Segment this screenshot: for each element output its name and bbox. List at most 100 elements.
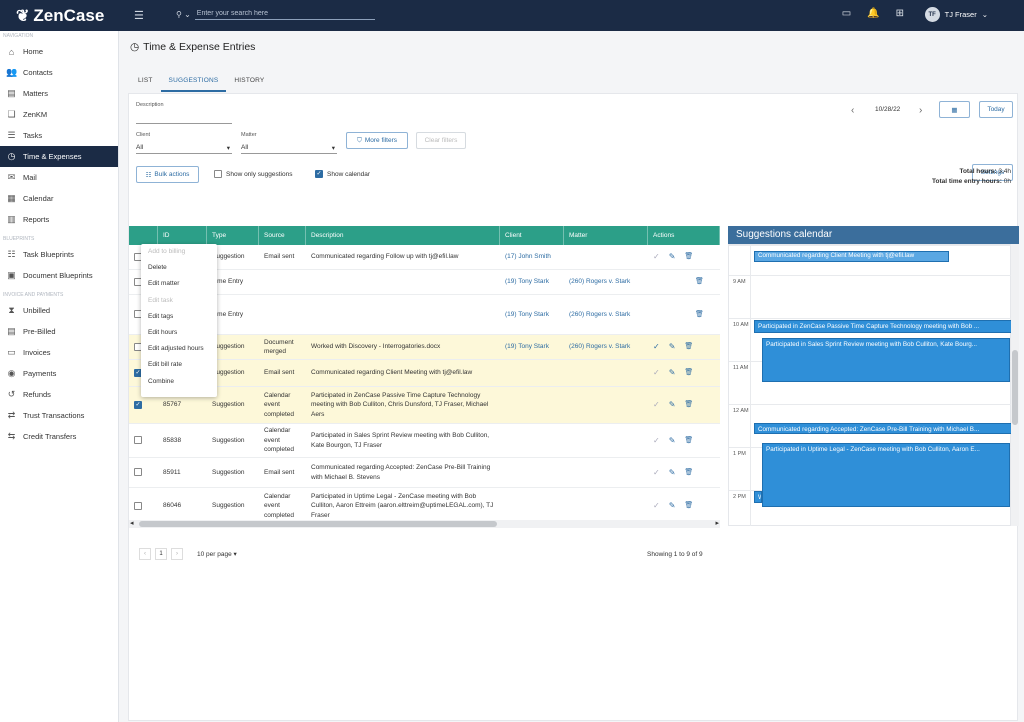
tab-suggestions[interactable]: SUGGESTIONS [160, 75, 227, 92]
table-row[interactable]: Suggestion Document merged Worked with Dis… [129, 335, 720, 360]
entry-matter[interactable]: (260) Rogers v. Stark [564, 342, 648, 352]
bulk-actions-button[interactable]: ☷ Bulk actions [136, 166, 199, 183]
next-date-icon[interactable]: › [919, 105, 922, 116]
table-row[interactable]: ✓ 85767 Suggestion Calendar event completed… [129, 387, 720, 424]
scrollbar-thumb[interactable] [139, 521, 497, 527]
entry-client[interactable]: (19) Tony Stark [500, 342, 564, 352]
sidebar-item-refunds[interactable]: ↺ Refunds [0, 384, 118, 405]
more-filters-button[interactable]: ⛉ More filters [346, 132, 408, 149]
entry-client[interactable]: (17) John Smith [500, 252, 564, 262]
horizontal-scrollbar[interactable]: ◂ ▸ [129, 520, 720, 528]
checkbox[interactable] [214, 170, 222, 178]
table-row[interactable]: Time Entry (19) Tony Stark (260) Rogers v.… [129, 295, 720, 335]
sidebar-item-document-blueprints[interactable]: ▣ Document Blueprints [0, 265, 118, 286]
sidebar-item-credit-transfers[interactable]: ⇆ Credit Transfers [0, 426, 118, 447]
prev-page-icon[interactable]: ‹ [139, 548, 151, 560]
sidebar-item-payments[interactable]: ◉ Payments [0, 363, 118, 384]
tab-history[interactable]: HISTORY [226, 75, 272, 92]
delete-trash-icon[interactable]: 🗑 [695, 310, 704, 320]
accept-check-icon[interactable]: ✓ [653, 468, 660, 478]
entry-matter[interactable]: (260) Rogers v. Stark [564, 277, 648, 287]
sidebar-item-matters[interactable]: ▤ Matters [0, 83, 118, 104]
date-picker-button[interactable]: ▦ [939, 101, 970, 118]
delete-trash-icon[interactable]: 🗑 [684, 252, 693, 262]
tab-list[interactable]: LIST [130, 75, 161, 92]
menu-item-delete[interactable]: Delete [141, 260, 217, 276]
sidebar-item-zenkm[interactable]: ❑ ZenKM [0, 104, 118, 125]
menu-item-add-to-billing[interactable]: Add to billing [141, 244, 217, 260]
accept-check-icon[interactable]: ✓ [653, 368, 660, 378]
delete-trash-icon[interactable]: 🗑 [695, 277, 704, 287]
sidebar-item-time-expenses[interactable]: ◷ Time & Expenses [0, 146, 118, 167]
show-calendar-toggle[interactable]: ✓ Show calendar [315, 170, 370, 178]
entry-client[interactable]: (19) Tony Stark [500, 310, 564, 320]
previous-date-icon[interactable]: ‹ [851, 105, 854, 116]
menu-item-edit-hours[interactable]: Edit hours [141, 325, 217, 341]
sidebar-item-calendar[interactable]: ▦ Calendar [0, 188, 118, 209]
calendar-event[interactable]: Participated in Uptime Legal - ZenCase m… [762, 443, 1010, 507]
per-page-select[interactable]: 10 per page ▾ [197, 550, 237, 558]
calendar-event[interactable]: Participated in ZenCase Passive Time Cap… [754, 320, 1012, 333]
edit-pencil-icon[interactable]: ✎ [669, 368, 676, 378]
edit-pencil-icon[interactable]: ✎ [669, 501, 676, 511]
sidebar-item-pre-billed[interactable]: ▤ Pre-Billed [0, 321, 118, 342]
menu-item-edit-bill-rate[interactable]: Edit bill rate [141, 357, 217, 373]
page-number[interactable]: 1 [155, 548, 167, 560]
sidebar-item-trust-transactions[interactable]: ⇄ Trust Transactions [0, 405, 118, 426]
menu-item-edit-matter[interactable]: Edit matter [141, 276, 217, 292]
row-checkbox[interactable] [134, 468, 142, 477]
show-only-suggestions-toggle[interactable]: Show only suggestions [214, 170, 293, 178]
edit-pencil-icon[interactable]: ✎ [669, 252, 676, 262]
row-checkbox[interactable] [134, 501, 142, 510]
add-icon[interactable]: ⊞ [896, 8, 904, 19]
sidebar-item-contacts[interactable]: 👥 Contacts [0, 62, 118, 83]
accept-check-icon[interactable]: ✓ [653, 400, 660, 410]
sidebar-item-mail[interactable]: ✉ Mail [0, 167, 118, 188]
table-row[interactable]: 85838 Suggestion Calendar event completed P… [129, 424, 720, 458]
delete-trash-icon[interactable]: 🗑 [684, 400, 693, 410]
calendar-event[interactable]: Participated in Sales Sprint Review meet… [762, 338, 1010, 382]
menu-item-edit-tags[interactable]: Edit tags [141, 309, 217, 325]
delete-trash-icon[interactable]: 🗑 [684, 436, 693, 446]
chat-icon[interactable]: ▭ [842, 8, 851, 19]
sidebar-item-invoices[interactable]: ▭ Invoices [0, 342, 118, 363]
edit-pencil-icon[interactable]: ✎ [669, 342, 676, 352]
search-icon[interactable]: ⚲ ⌄ [176, 10, 191, 19]
sidebar-item-unbilled[interactable]: ⧗ Unbilled [0, 300, 118, 321]
clear-filters-button[interactable]: Clear filters [416, 132, 466, 149]
menu-item-combine[interactable]: Combine [141, 374, 217, 390]
edit-pencil-icon[interactable]: ✎ [669, 436, 676, 446]
accept-check-icon[interactable]: ✓ [653, 501, 660, 511]
scroll-left-icon[interactable]: ◂ [130, 519, 134, 527]
row-checkbox-checked[interactable]: ✓ [134, 400, 142, 409]
row-checkbox[interactable] [134, 436, 142, 445]
scroll-right-icon[interactable]: ▸ [715, 519, 719, 527]
delete-trash-icon[interactable]: 🗑 [684, 468, 693, 478]
table-row[interactable]: Time Entry (19) Tony Stark (260) Rogers v.… [129, 270, 720, 295]
matter-select[interactable]: All ▾ [241, 144, 337, 154]
sidebar-item-reports[interactable]: ▥ Reports [0, 209, 118, 230]
app-logo[interactable]: ❦ ZenCase [16, 6, 104, 26]
entry-client[interactable]: (19) Tony Stark [500, 277, 564, 287]
checkbox-checked[interactable]: ✓ [315, 170, 323, 178]
edit-pencil-icon[interactable]: ✎ [669, 468, 676, 478]
entry-matter[interactable]: (260) Rogers v. Stark [564, 310, 648, 320]
calendar-event[interactable]: Communicated regarding Client Meeting wi… [754, 251, 949, 262]
search-input[interactable] [194, 8, 375, 20]
today-button[interactable]: Today [979, 101, 1013, 118]
client-select[interactable]: All ▾ [136, 144, 232, 154]
edit-pencil-icon[interactable]: ✎ [669, 400, 676, 410]
table-row[interactable]: 85911 Suggestion Email sent Communicated re… [129, 458, 720, 488]
notification-bell-icon[interactable]: 🔔 [867, 8, 879, 19]
next-page-icon[interactable]: › [171, 548, 183, 560]
table-row[interactable]: Suggestion Email sent Communicated regardi… [129, 245, 720, 270]
hamburger-menu-icon[interactable]: ☰ [134, 9, 144, 22]
menu-item-edit-adjusted-hours[interactable]: Edit adjusted hours [141, 341, 217, 357]
delete-trash-icon[interactable]: 🗑 [684, 368, 693, 378]
sidebar-item-task-blueprints[interactable]: ☷ Task Blueprints [0, 244, 118, 265]
table-row[interactable]: ✓85609SuggestionEmail sentCommunicated r… [129, 360, 720, 387]
description-input[interactable] [136, 112, 232, 124]
accept-check-icon[interactable]: ✓ [653, 342, 660, 352]
sidebar-item-tasks[interactable]: ☰ Tasks [0, 125, 118, 146]
delete-trash-icon[interactable]: 🗑 [684, 342, 693, 352]
